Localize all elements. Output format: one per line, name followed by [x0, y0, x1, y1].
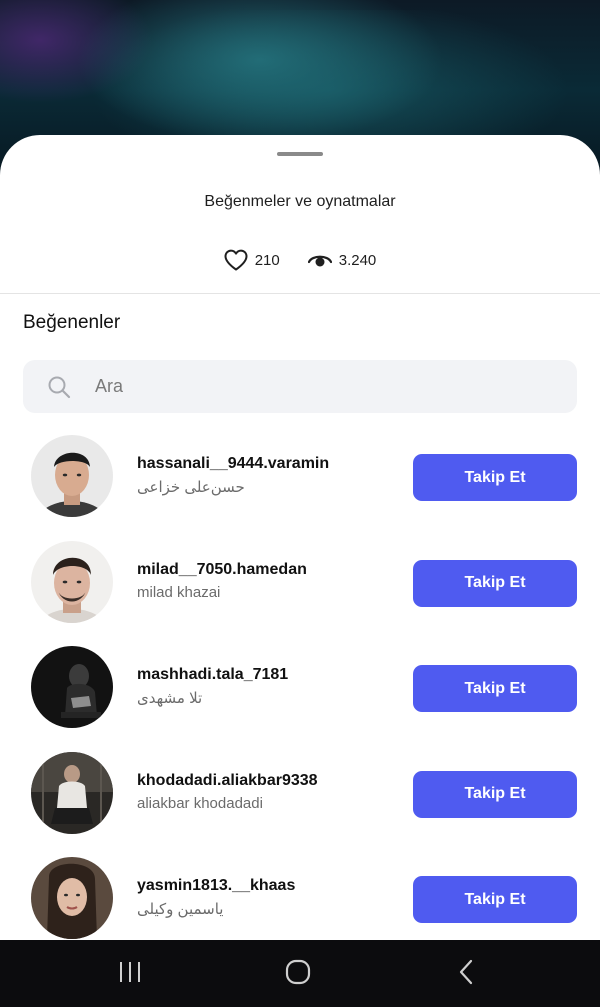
system-nav-bar [0, 940, 600, 1007]
search-bar[interactable] [23, 360, 577, 413]
views-stat: 3.240 [307, 251, 377, 269]
full-name: یاسمین وکیلی [137, 901, 224, 918]
full-name: حسن‌علی خزاعی [137, 479, 245, 496]
search-icon [47, 375, 71, 399]
likers-section-title: Beğenenler [23, 312, 121, 333]
screen: Beğenmeler ve oynatmalar 210 3.240 Beğen… [0, 0, 600, 1007]
full-name: aliakbar khodadadi [137, 794, 263, 812]
sheet-title: Beğenmeler ve oynatmalar [204, 193, 396, 210]
username[interactable]: khodadadi.aliakbar9338 [137, 772, 318, 790]
avatar[interactable] [31, 857, 113, 939]
divider [0, 293, 600, 294]
avatar[interactable] [31, 751, 113, 834]
list-item[interactable]: milad__7050.hamedan milad khazai Takip E… [0, 531, 600, 637]
eye-icon [307, 251, 332, 269]
recents-button[interactable] [110, 958, 150, 990]
follow-button[interactable]: Takip Et [413, 559, 577, 607]
username[interactable]: milad__7050.hamedan [137, 561, 307, 579]
username[interactable]: yasmin1813.__khaas [137, 877, 295, 895]
username[interactable]: hassanali__9444.varamin [137, 455, 329, 473]
home-icon [284, 958, 312, 991]
list-item[interactable]: yasmin1813.__khaas یاسمین وکیلی Takip Et [0, 847, 600, 940]
full-name: milad khazai [137, 583, 221, 601]
likes-bottom-sheet: Beğenmeler ve oynatmalar 210 3.240 Beğen… [0, 135, 600, 940]
follow-button[interactable]: Takip Et [413, 454, 577, 501]
avatar[interactable] [31, 646, 113, 728]
stats-row: 210 3.240 [0, 245, 600, 275]
follow-button[interactable]: Takip Et [413, 770, 577, 818]
sheet-drag-handle[interactable] [277, 152, 323, 156]
follow-button[interactable]: Takip Et [413, 876, 577, 923]
likers-list: hassanali__9444.varamin حسن‌علی خزاعی Ta… [0, 425, 600, 940]
back-icon [456, 959, 476, 990]
list-item[interactable]: hassanali__9444.varamin حسن‌علی خزاعی Ta… [0, 425, 600, 531]
likes-stat: 210 [224, 249, 280, 271]
likes-count: 210 [254, 251, 280, 269]
home-button[interactable] [278, 958, 318, 990]
username[interactable]: mashhadi.tala_7181 [137, 666, 288, 684]
views-count: 3.240 [338, 251, 377, 269]
follow-button[interactable]: Takip Et [413, 665, 577, 712]
avatar[interactable] [31, 435, 113, 517]
search-input[interactable] [93, 375, 537, 398]
list-item[interactable]: khodadadi.aliakbar9338 aliakbar khodadad… [0, 742, 600, 848]
recents-icon [117, 960, 143, 989]
back-button[interactable] [446, 958, 486, 990]
list-item[interactable]: mashhadi.tala_7181 تلا مشهدی Takip Et [0, 636, 600, 742]
full-name: تلا مشهدی [137, 690, 203, 707]
heart-icon [224, 249, 248, 271]
avatar[interactable] [31, 540, 113, 623]
